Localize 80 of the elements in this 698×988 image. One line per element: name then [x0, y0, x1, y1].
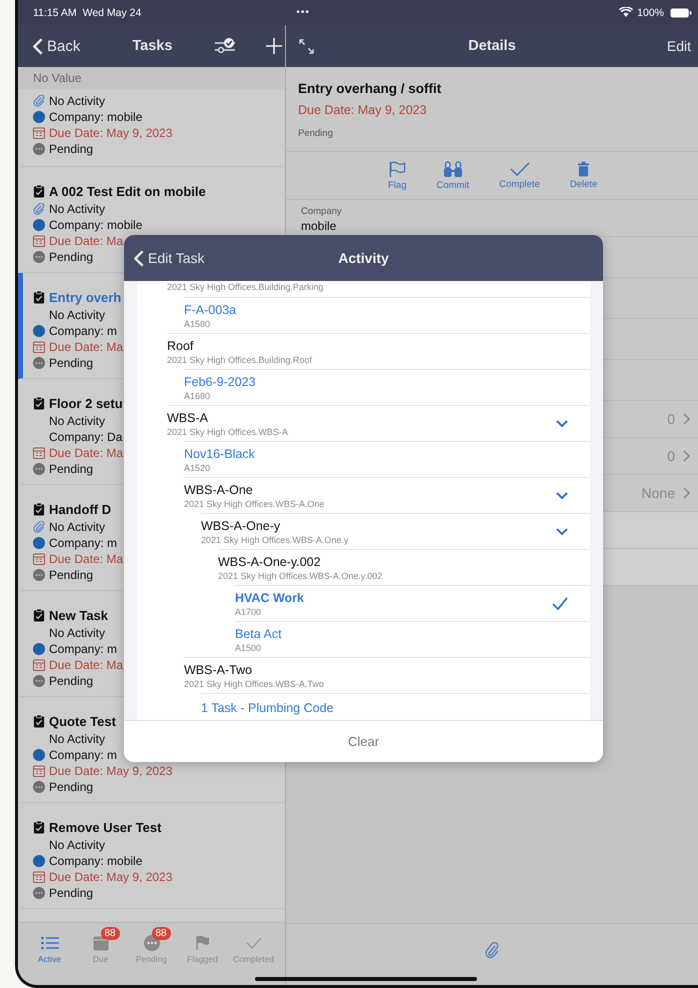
- company-text: Company: mobile: [49, 218, 142, 232]
- wbs-path: 2021 Sky High Offices.WBS-A: [167, 426, 289, 438]
- task-title: Handoff D: [49, 502, 112, 516]
- activity-text: No Activity: [49, 626, 106, 640]
- status-text: Pending: [49, 780, 94, 794]
- status-text: Pending: [298, 128, 334, 139]
- status-text: Pending: [49, 886, 94, 900]
- task-title: Entry overhang / soffit: [298, 81, 442, 96]
- count-badge: 88: [152, 927, 171, 940]
- due-date-text: Due Date: Ma: [49, 446, 124, 460]
- activity-text: No Activity: [49, 94, 106, 108]
- due-date-text: Due Date: Ma: [49, 340, 124, 354]
- company-text: Company: Da: [49, 430, 122, 444]
- wbs-name: WBS-A-One-y: [201, 518, 282, 534]
- activity-name: F-A-003a: [184, 302, 238, 318]
- company-text: Company: m: [49, 642, 118, 656]
- status-text: Pending: [49, 568, 94, 582]
- activity-code: A1580: [184, 318, 212, 330]
- wbs-path: 2021 Sky High Offices.WBS-A.One: [184, 498, 326, 510]
- due-date-text: Due Date: May 9, 2023: [49, 764, 172, 778]
- nav-title: Details: [468, 38, 516, 54]
- status-text: Pending: [49, 674, 94, 688]
- task-title: A 002 Test Edit on mobile: [49, 184, 206, 198]
- field-value: mobile: [301, 219, 338, 233]
- wbs-path: 2021 Sky High Offices.WBS-A.One.y: [201, 534, 350, 546]
- due-date-text: Due Date: Ma: [49, 234, 124, 248]
- battery-percent: 100%: [637, 6, 664, 18]
- status-date: Wed May 24: [82, 6, 142, 18]
- wbs-path: 2021 Sky High Offices.Building.Parking: [167, 281, 324, 293]
- activity-text: No Activity: [49, 308, 106, 322]
- task-title: Quote Test: [49, 714, 116, 728]
- wbs-path: 2021 Sky High Offices.WBS-A.Two: [184, 678, 325, 690]
- row-value: 0: [667, 411, 675, 427]
- wbs-name: WBS-A-One-y.002: [218, 554, 322, 570]
- activity-name: Feb6-9-2023: [184, 374, 257, 390]
- activity-text: No Activity: [49, 520, 106, 534]
- activity-name: Nov16-Black: [184, 446, 256, 462]
- row-value: 0: [667, 448, 675, 464]
- status-text: Pending: [49, 142, 94, 156]
- activity-text: No Activity: [49, 732, 106, 746]
- activity-code: A1500: [235, 642, 262, 654]
- activity-text: No Activity: [49, 202, 106, 216]
- due-date-text: Due Date: May 9, 2023: [298, 103, 428, 117]
- company-text: Company: mobile: [49, 854, 142, 868]
- row-value: None: [642, 485, 675, 501]
- field-label: Company: [301, 206, 343, 217]
- activity-code: A1520: [184, 462, 212, 474]
- wbs-name: WBS-A-Two: [184, 662, 254, 678]
- status-text: Pending: [49, 250, 94, 264]
- due-date-text: Due Date: May 9, 2023: [49, 870, 172, 884]
- status-time: 11:15 AM: [33, 6, 77, 18]
- due-date-text: Due Date: May 9, 2023: [49, 126, 172, 140]
- status-text: Pending: [49, 356, 94, 370]
- due-date-text: Due Date: Ma: [49, 552, 124, 566]
- activity-name: 1 Task - Plumbing Code: [201, 700, 334, 716]
- activity-code: A1680: [184, 390, 212, 402]
- wbs-path: 2021 Sky High Offices.WBS-A.One.y.002: [218, 570, 384, 582]
- company-text: Company: m: [49, 324, 118, 338]
- activity-text: No Activity: [49, 414, 106, 428]
- task-title: Floor 2 setu: [49, 396, 123, 410]
- company-text: Company: mobile: [49, 110, 142, 124]
- task-title: Remove User Test: [49, 820, 162, 834]
- activity-text: No Activity: [49, 838, 106, 852]
- wbs-name: WBS-A-One: [184, 482, 254, 498]
- task-title: New Task: [49, 608, 108, 622]
- activity-name: HVAC Work: [235, 590, 305, 606]
- nav-title: Tasks: [132, 38, 172, 54]
- dialog-title: Activity: [338, 250, 389, 266]
- wbs-name: Roof: [167, 338, 194, 354]
- count-badge: 88: [100, 927, 120, 940]
- section-title: No Value: [33, 71, 82, 85]
- task-title: Entry overh: [49, 290, 122, 304]
- company-text: Company: m: [49, 536, 118, 550]
- due-date-text: Due Date: Ma: [49, 658, 124, 672]
- status-text: Pending: [49, 462, 94, 476]
- activity-name: Beta Act: [235, 626, 283, 642]
- activity-code: A1700: [235, 606, 262, 618]
- company-text: Company: m: [49, 748, 118, 762]
- wbs-name: WBS-A: [167, 410, 209, 426]
- wbs-path: 2021 Sky High Offices.Building.Roof: [167, 354, 313, 366]
